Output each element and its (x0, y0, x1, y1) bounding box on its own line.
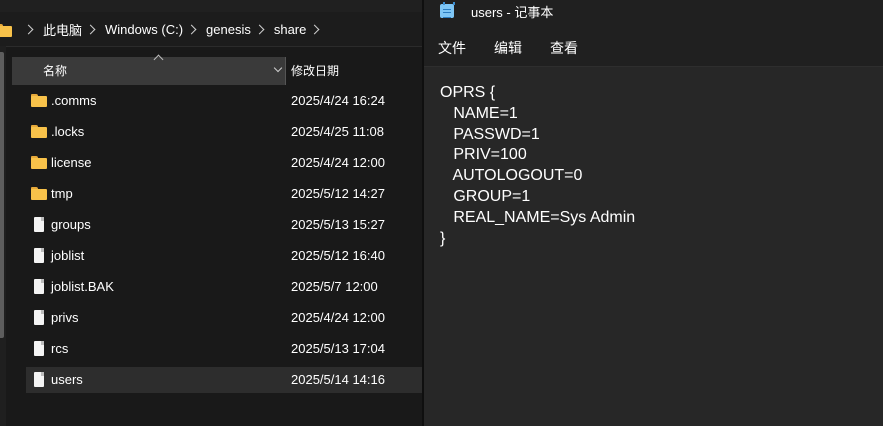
window-title: users - 记事本 (471, 5, 554, 20)
menu-file[interactable]: 文件 (438, 38, 466, 58)
text-line: AUTOLOGOUT=0 (440, 167, 583, 185)
file-name: users (51, 372, 83, 387)
text-editor-area[interactable]: OPRS { NAME=1 PASSWD=1 PRIV=100 AUTOLOGO… (424, 66, 883, 426)
navigation-pane-scrollbar[interactable] (0, 52, 4, 338)
text-line: PRIV=100 (440, 146, 527, 164)
file-icon (31, 341, 47, 357)
breadcrumb-this-pc[interactable]: 此电脑 (43, 20, 82, 39)
file-modified-date: 2025/4/24 12:00 (291, 155, 385, 170)
folder-icon (31, 155, 47, 171)
column-header-name[interactable]: 名称 (12, 54, 285, 85)
file-icon (31, 279, 47, 295)
sort-ascending-icon (153, 54, 164, 65)
notepad-window: users - 记事本 文件 编辑 查看 OPRS { NAME=1 PASSW… (424, 0, 883, 426)
file-name: tmp (51, 186, 73, 201)
column-header-row: 名称 修改日期 (12, 54, 424, 85)
file-name: .locks (51, 124, 85, 139)
file-list-row[interactable]: groups 2025/5/13 15:27 (26, 212, 424, 238)
breadcrumb-genesis[interactable]: genesis (206, 22, 251, 37)
chevron-right-icon[interactable] (309, 24, 320, 34)
file-name: joblist (51, 248, 85, 263)
file-modified-date: 2025/5/13 15:27 (291, 217, 385, 232)
notepad-title-bar[interactable]: users - 记事本 (424, 0, 883, 24)
column-header-date[interactable]: 修改日期 (291, 57, 339, 85)
file-modified-date: 2025/4/24 16:24 (291, 93, 385, 108)
desktop: 此电脑 Windows (C:) genesis share 名称 修改日期 .… (0, 0, 883, 426)
chevron-right-icon[interactable] (85, 24, 96, 34)
breadcrumb-drive-c[interactable]: Windows (C:) (105, 22, 183, 37)
file-icon (31, 217, 47, 233)
text-line: OPRS { (440, 84, 496, 101)
file-name: joblist.BAK (51, 279, 114, 294)
column-header-name-label: 名称 (43, 64, 68, 78)
text-line: } (440, 229, 446, 247)
text-line: PASSWD=1 (440, 125, 540, 143)
file-modified-date: 2025/5/13 17:04 (291, 341, 385, 356)
file-name: license (51, 155, 92, 170)
menu-edit[interactable]: 编辑 (494, 38, 522, 58)
file-list-row[interactable]: .comms 2025/4/24 16:24 (26, 88, 424, 114)
file-list-row[interactable]: tmp 2025/5/12 14:27 (26, 181, 424, 207)
file-name: rcs (51, 341, 69, 356)
menu-bar: 文件 编辑 查看 (424, 34, 883, 62)
folder-icon (0, 23, 12, 37)
file-name: privs (51, 310, 79, 325)
file-name: groups (51, 217, 91, 232)
file-icon (31, 310, 47, 326)
chevron-right-icon[interactable] (23, 24, 34, 34)
text-line: REAL_NAME=Sys Admin (440, 208, 636, 226)
file-list-row[interactable]: .locks 2025/4/25 11:08 (26, 119, 424, 145)
text-line: NAME=1 (440, 104, 518, 122)
folder-icon (31, 93, 47, 109)
file-list-row[interactable]: users 2025/5/14 14:16 (26, 367, 424, 393)
text-line: GROUP=1 (440, 188, 531, 205)
explorer-toolbar-strip (0, 0, 424, 12)
column-divider[interactable] (285, 57, 286, 85)
notepad-icon (440, 2, 455, 18)
chevron-down-icon[interactable] (273, 63, 283, 73)
file-list-row[interactable]: rcs 2025/5/13 17:04 (26, 336, 424, 362)
file-modified-date: 2025/5/12 14:27 (291, 186, 385, 201)
file-modified-date: 2025/5/14 14:16 (291, 372, 385, 387)
file-list-row[interactable]: license 2025/4/24 12:00 (26, 150, 424, 176)
file-list-row[interactable]: joblist.BAK 2025/5/7 12:00 (26, 274, 424, 300)
address-bar[interactable]: 此电脑 Windows (C:) genesis share (0, 12, 424, 47)
file-modified-date: 2025/5/12 16:40 (291, 248, 385, 263)
file-name: .comms (51, 93, 97, 108)
file-modified-date: 2025/4/25 11:08 (291, 124, 385, 139)
chevron-right-icon[interactable] (254, 24, 265, 34)
file-explorer-window: 此电脑 Windows (C:) genesis share 名称 修改日期 .… (0, 0, 424, 426)
file-modified-date: 2025/4/24 12:00 (291, 310, 385, 325)
file-icon (31, 248, 47, 264)
file-list-row[interactable]: joblist 2025/5/12 16:40 (26, 243, 424, 269)
breadcrumb-share[interactable]: share (274, 22, 307, 37)
menu-view[interactable]: 查看 (550, 38, 578, 58)
folder-icon (31, 124, 47, 140)
chevron-right-icon[interactable] (186, 24, 197, 34)
file-icon (31, 372, 47, 388)
file-list-row[interactable]: privs 2025/4/24 12:00 (26, 305, 424, 331)
file-modified-date: 2025/5/7 12:00 (291, 279, 378, 294)
folder-icon (31, 186, 47, 202)
